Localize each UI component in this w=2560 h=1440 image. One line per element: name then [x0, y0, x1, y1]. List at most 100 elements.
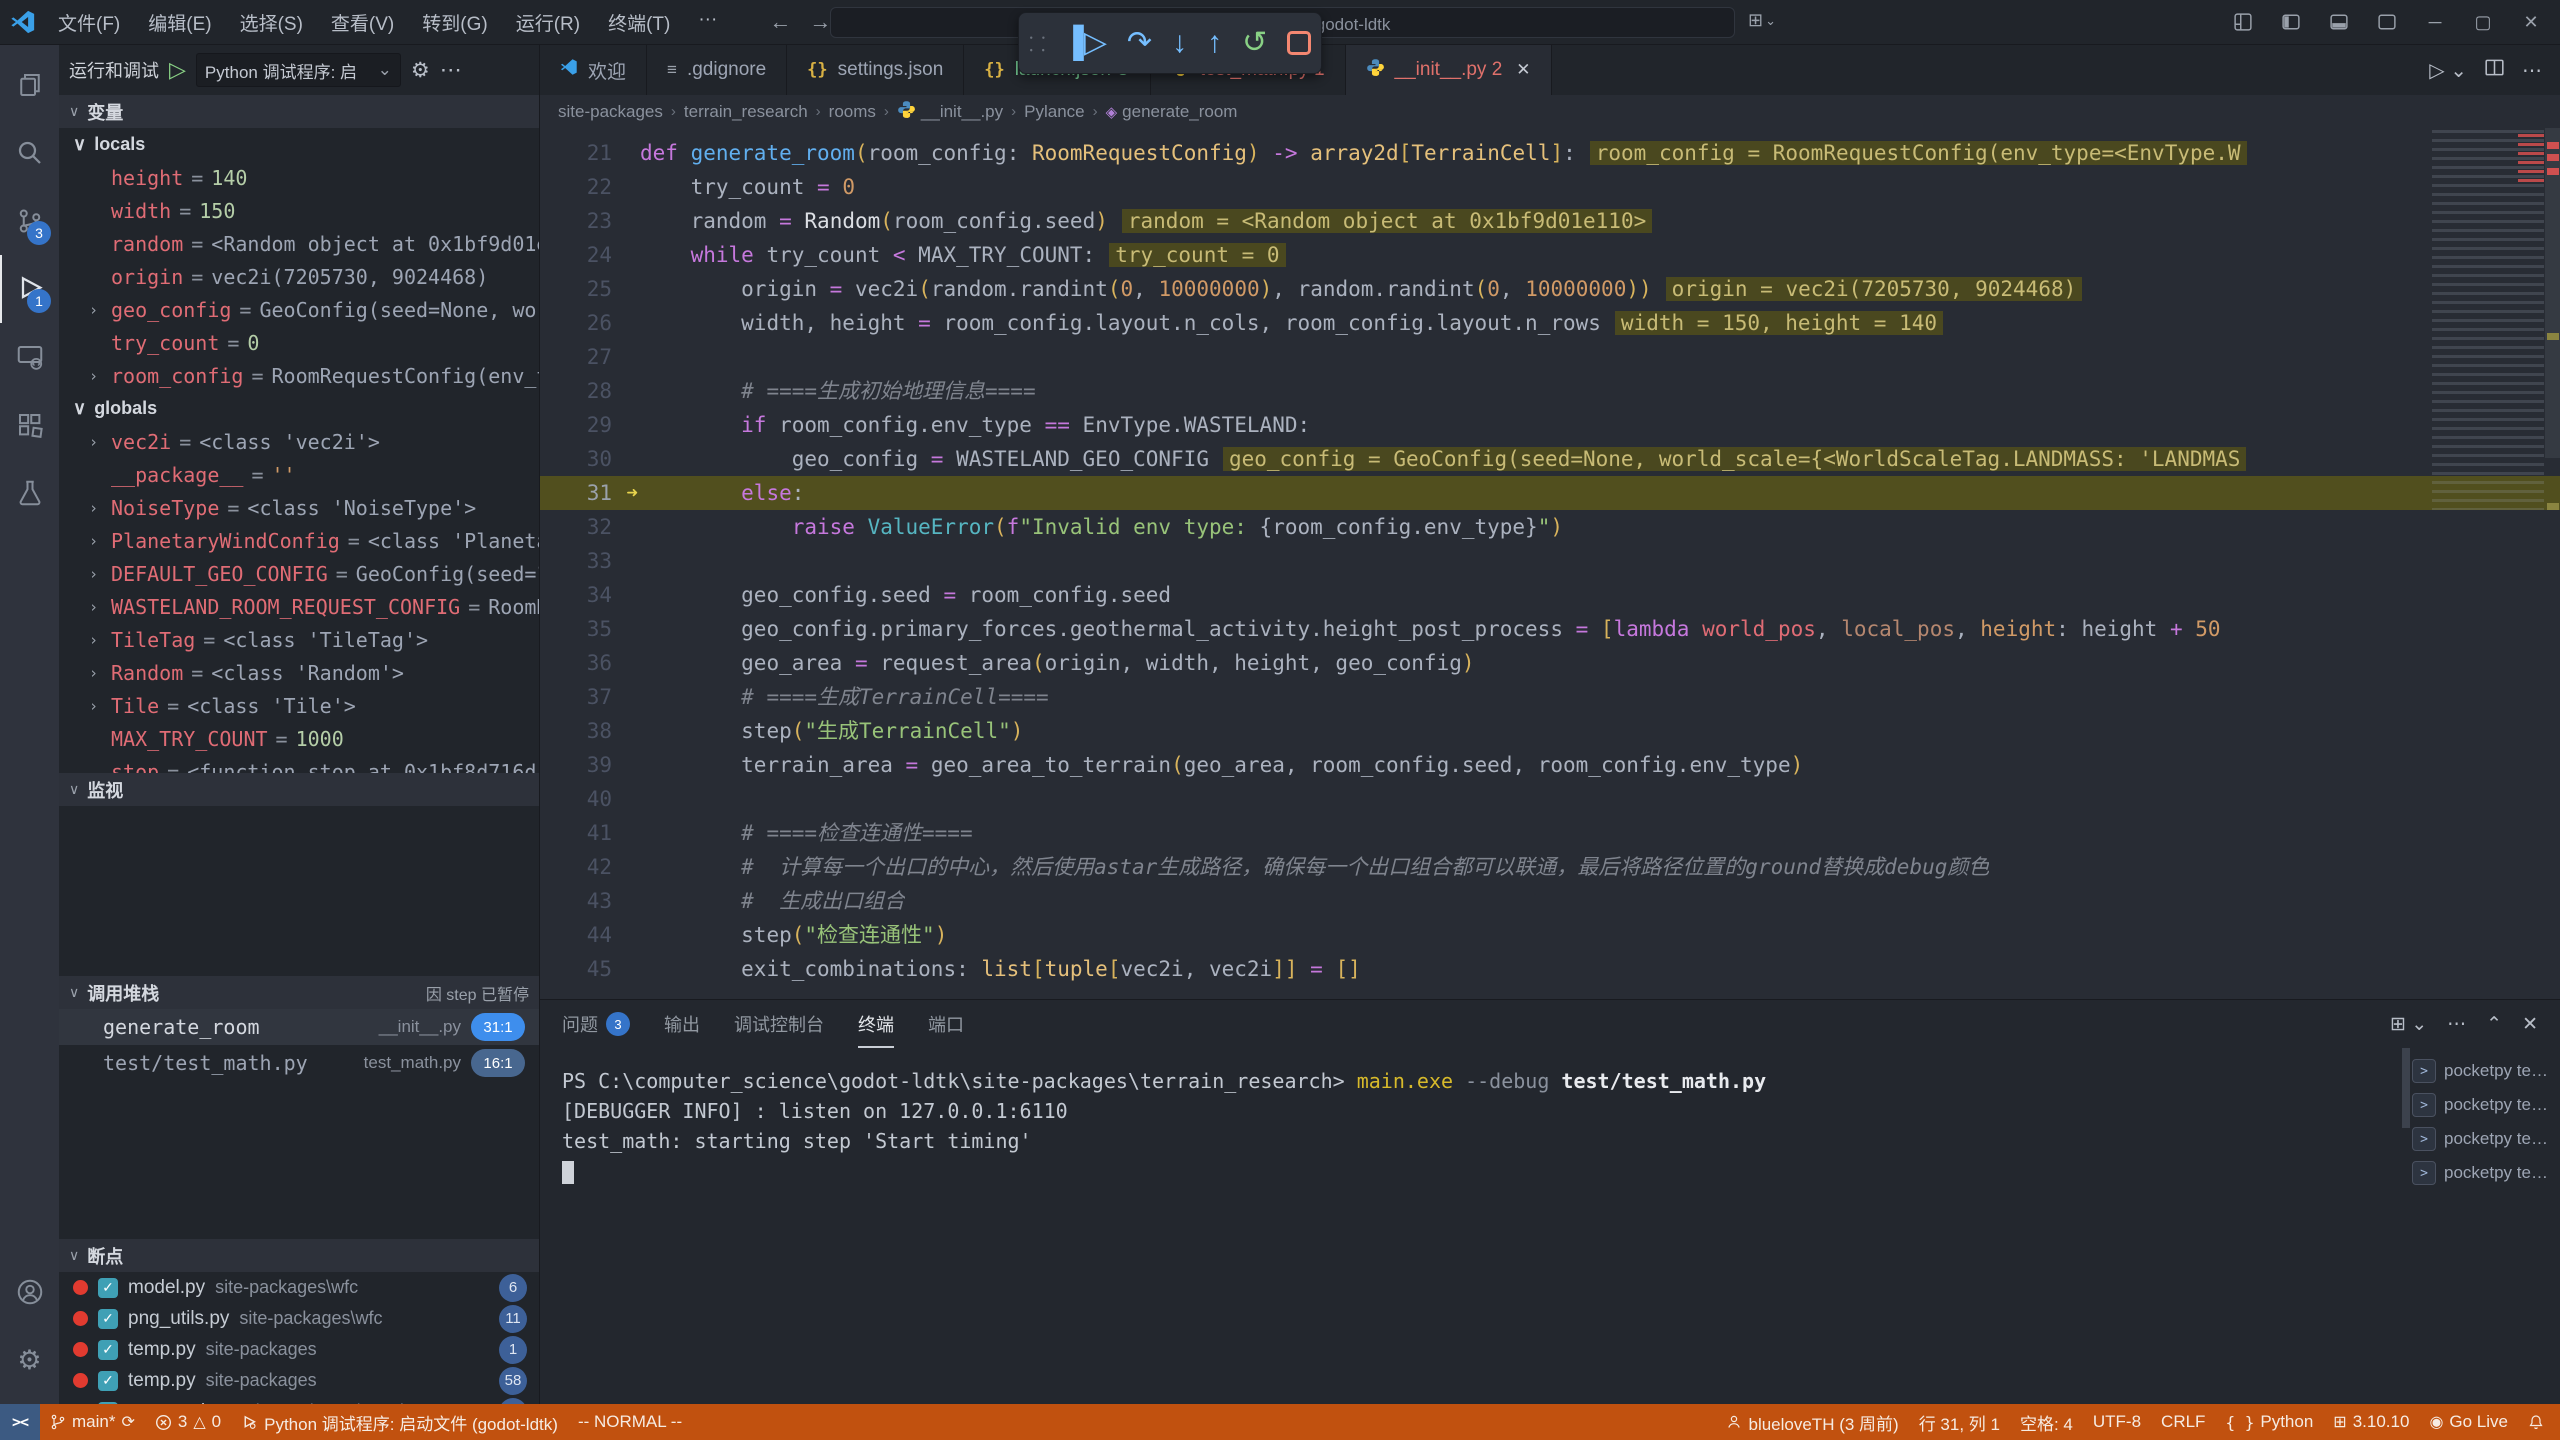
breakpoint-row[interactable]: ✓temp.pysite-packages58	[59, 1365, 539, 1396]
variable-row[interactable]: ›Tile=<class 'Tile'>	[59, 689, 539, 722]
terminal-instance-item[interactable]: >pocketpy te…	[2412, 1054, 2560, 1088]
settings-gear-icon[interactable]: ⚙	[0, 1326, 59, 1394]
breadcrumb-item[interactable]: ◈generate_room	[1106, 102, 1238, 122]
panel-tab-调试控制台[interactable]: 调试控制台	[734, 1000, 824, 1048]
close-panel-icon[interactable]: ✕	[2522, 1013, 2538, 1036]
breakpoint-row[interactable]: ✓model.pysite-packages\wfc6	[59, 1272, 539, 1303]
run-and-debug-icon[interactable]: 1	[0, 255, 59, 323]
variable-row[interactable]: ›NoiseType=<class 'NoiseType'>	[59, 491, 539, 524]
breakpoint-row[interactable]: ✓test_math.pysite-packages\terrain_res…1…	[59, 1396, 539, 1404]
tab--[interactable]: 欢迎	[540, 45, 647, 95]
layout-control-icon[interactable]: ⊞⌄	[1748, 10, 1776, 31]
minimap[interactable]	[2432, 130, 2544, 510]
breakpoints-section-header[interactable]: ∨ 断点	[59, 1239, 539, 1272]
callstack-frame[interactable]: generate_room__init__.py31:1	[59, 1009, 539, 1045]
extensions-icon[interactable]	[0, 391, 59, 459]
debug-settings-gear-icon[interactable]: ⚙	[411, 58, 430, 83]
variables-section-header[interactable]: ∨ 变量	[59, 95, 539, 128]
callstack-frame[interactable]: test/test_math.pytest_math.py16:1	[59, 1045, 539, 1081]
toggle-panel-icon[interactable]	[2318, 5, 2360, 39]
notifications[interactable]	[2518, 1414, 2554, 1430]
menu-item-4[interactable]: 转到(G)	[410, 5, 499, 40]
menu-item-1[interactable]: 编辑(E)	[136, 5, 223, 40]
explorer-icon[interactable]	[0, 51, 59, 119]
menu-item-7[interactable]: ···	[686, 5, 729, 40]
variable-row[interactable]: height=140	[59, 161, 539, 194]
nav-forward-icon[interactable]: →	[809, 9, 831, 35]
code-editor[interactable]: 2021def generate_room(room_config: RoomR…	[540, 128, 2560, 999]
more-actions-icon[interactable]: ⋯	[440, 57, 462, 83]
customize-layout-icon[interactable]	[2222, 5, 2264, 39]
git-branch[interactable]: main*⟳	[40, 1412, 145, 1432]
restart-button[interactable]: ↺	[1242, 28, 1267, 58]
watch-section-header[interactable]: ∨ 监视	[59, 773, 539, 806]
step-over-button[interactable]: ↷	[1127, 28, 1152, 58]
close-button[interactable]: ✕	[2510, 5, 2552, 39]
remote-explorer-icon[interactable]	[0, 323, 59, 391]
minimize-button[interactable]: ─	[2414, 5, 2456, 39]
breadcrumb-item[interactable]: terrain_research	[684, 102, 808, 122]
menu-item-0[interactable]: 文件(F)	[46, 5, 132, 40]
start-debug-icon[interactable]: ▷	[169, 57, 186, 83]
variable-row[interactable]: ›PlanetaryWindConfig=<class 'Planeta…	[59, 524, 539, 557]
scope-globals[interactable]: ∨globals	[59, 392, 539, 425]
maximize-button[interactable]: ▢	[2462, 5, 2504, 39]
step-out-button[interactable]: ↑	[1207, 28, 1222, 58]
tab-__init__.py-2[interactable]: __init__.py 2✕	[1346, 45, 1552, 95]
vim-mode[interactable]: -- NORMAL --	[568, 1412, 692, 1432]
menu-item-2[interactable]: 选择(S)	[228, 5, 315, 40]
run-python-file-icon[interactable]: ▷ ⌄	[2429, 58, 2467, 83]
breakpoint-row[interactable]: ✓temp.pysite-packages1	[59, 1334, 539, 1365]
menu-item-6[interactable]: 终端(T)	[596, 5, 682, 40]
variable-row[interactable]: try_count=0	[59, 326, 539, 359]
panel-tab-输出[interactable]: 输出	[664, 1000, 700, 1048]
variable-row[interactable]: origin=vec2i(7205730, 9024468)	[59, 260, 539, 293]
breadcrumb-item[interactable]: __init__.py	[897, 100, 1003, 124]
terminal-instance-item[interactable]: >pocketpy te…	[2412, 1156, 2560, 1190]
tab-.gdignore[interactable]: ≡.gdignore	[647, 45, 787, 95]
breadcrumb-item[interactable]: rooms	[829, 102, 876, 122]
maximize-panel-icon[interactable]: ⌃	[2486, 1013, 2502, 1036]
toggle-secondary-sidebar-icon[interactable]	[2366, 5, 2408, 39]
search-icon[interactable]	[0, 119, 59, 187]
variable-row[interactable]: ›geo_config=GeoConfig(seed=None, wor…	[59, 293, 539, 326]
variable-row[interactable]: __package__=''	[59, 458, 539, 491]
source-control-icon[interactable]: 3	[0, 187, 59, 255]
python-version[interactable]: ⊞3.10.10	[2323, 1412, 2419, 1432]
cursor-position[interactable]: 行 31, 列 1	[1909, 1410, 2010, 1435]
go-live[interactable]: ◉Go Live	[2419, 1412, 2518, 1432]
terminal-scrollbar[interactable]	[2400, 1048, 2412, 1404]
variable-row[interactable]: width=150	[59, 194, 539, 227]
scope-locals[interactable]: ∨locals	[59, 128, 539, 161]
more-actions-icon[interactable]: ⋯	[2522, 58, 2542, 83]
problems[interactable]: 3△0	[145, 1412, 231, 1432]
panel-tab-终端[interactable]: 终端	[858, 1000, 894, 1048]
drag-handle-icon[interactable]: ⸬	[1029, 30, 1043, 57]
continue-button[interactable]: ▐▷	[1063, 28, 1107, 58]
eol[interactable]: CRLF	[2151, 1412, 2215, 1432]
breadcrumb-item[interactable]: site-packages	[558, 102, 663, 122]
variable-row[interactable]: ›DEFAULT_GEO_CONFIG=GeoConfig(seed=1…	[59, 557, 539, 590]
menu-item-5[interactable]: 运行(R)	[504, 5, 592, 40]
breakpoint-row[interactable]: ✓png_utils.pysite-packages\wfc11	[59, 1303, 539, 1334]
terminal-instance-item[interactable]: >pocketpy te…	[2412, 1088, 2560, 1122]
nav-back-icon[interactable]: ←	[769, 9, 791, 35]
menu-item-3[interactable]: 查看(V)	[319, 5, 406, 40]
variable-row[interactable]: MAX_TRY_COUNT=1000	[59, 722, 539, 755]
editor-scrollbar[interactable]	[2545, 128, 2560, 458]
terminal-instance-item[interactable]: >pocketpy te…	[2412, 1122, 2560, 1156]
checkbox-checked-icon[interactable]: ✓	[98, 1309, 118, 1329]
git-blame[interactable]: blueloveTH (3 周前)	[1716, 1410, 1908, 1435]
panel-tab-端口[interactable]: 端口	[928, 1000, 964, 1048]
breadcrumb[interactable]: site-packages›terrain_research›rooms›__i…	[540, 95, 2560, 128]
variable-row[interactable]: ›vec2i=<class 'vec2i'>	[59, 425, 539, 458]
step-into-button[interactable]: ↓	[1172, 28, 1187, 58]
language-mode[interactable]: { }Python	[2215, 1412, 2323, 1432]
encoding[interactable]: UTF-8	[2083, 1412, 2151, 1432]
panel-tab-问题[interactable]: 问题3	[562, 1000, 630, 1048]
toggle-sidebar-icon[interactable]	[2270, 5, 2312, 39]
variable-row[interactable]: stop=<function stop at 0x1bf8d716d	[59, 755, 539, 773]
callstack-section-header[interactable]: ∨ 调用堆栈 因 step 已暂停	[59, 976, 539, 1009]
accounts-icon[interactable]	[0, 1258, 59, 1326]
debug-target[interactable]: Python 调试程序: 启动文件 (godot-ldtk)	[231, 1410, 568, 1435]
